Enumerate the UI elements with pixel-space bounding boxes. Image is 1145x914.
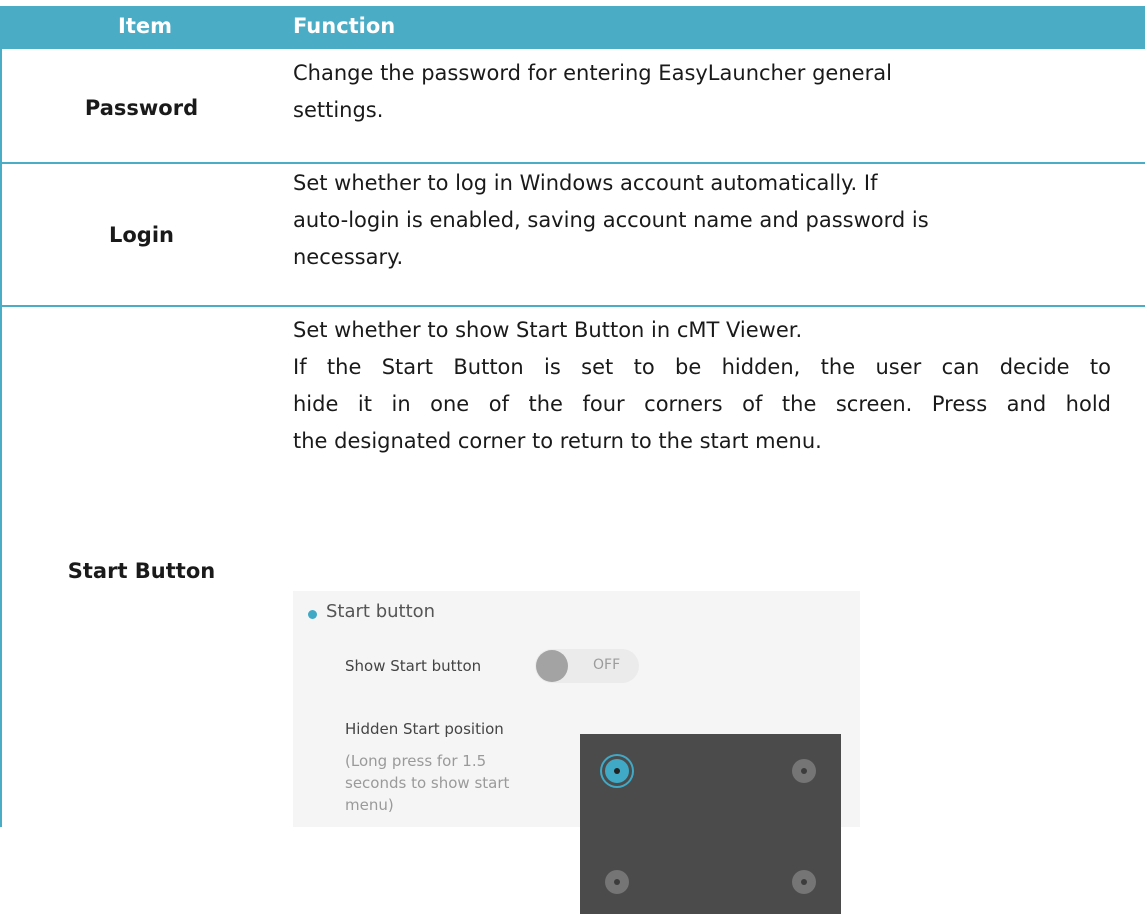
- desc-line: Set whether to show Start Button in cMT …: [293, 318, 803, 342]
- corner-top-right-radio[interactable]: [792, 759, 816, 783]
- desc-password: Change the password for entering EasyLau…: [293, 55, 1111, 129]
- item-login: Login: [109, 223, 174, 247]
- desc-line: If the Start Button is set to be hidden,…: [293, 355, 1111, 379]
- toggle-state: OFF: [593, 657, 621, 673]
- radio-dot-icon: [614, 768, 620, 774]
- desc-login: Set whether to log in Windows account au…: [293, 165, 1111, 276]
- desc-line: necessary.: [293, 245, 404, 269]
- desc-line: Change the password for entering EasyLau…: [293, 61, 892, 85]
- radio-dot-icon: [614, 879, 620, 885]
- row-divider: [0, 162, 1145, 164]
- section-title: Start button: [326, 601, 436, 622]
- hidden-position-label: Hidden Start position: [345, 720, 504, 738]
- toggle-knob: [536, 650, 568, 682]
- corner-bottom-right-radio[interactable]: [792, 870, 816, 894]
- desc-start-button: Set whether to show Start Button in cMT …: [293, 312, 1111, 460]
- header-item: Item: [118, 14, 172, 38]
- desc-line: hide it in one of the four corners of th…: [293, 392, 1111, 416]
- long-press-note: (Long press for 1.5 seconds to show star…: [345, 752, 510, 814]
- header-function: Function: [293, 14, 396, 38]
- desc-line: the designated corner to return to the s…: [293, 429, 822, 453]
- corner-bottom-left-radio[interactable]: [605, 870, 629, 894]
- desc-line: auto-login is enabled, saving account na…: [293, 208, 929, 232]
- table-header: Item Function: [0, 6, 1145, 49]
- radio-dot-icon: [801, 879, 807, 885]
- row-divider: [0, 305, 1145, 307]
- radio-dot-icon: [801, 768, 807, 774]
- show-start-toggle[interactable]: OFF: [535, 649, 639, 683]
- bullet-icon: [308, 610, 317, 619]
- desc-line: Set whether to log in Windows account au…: [293, 171, 878, 195]
- corner-picker: [580, 734, 841, 914]
- desc-line: settings.: [293, 98, 384, 122]
- item-start-button: Start Button: [67, 559, 216, 583]
- table-left-border: [0, 49, 2, 827]
- item-password: Password: [84, 96, 199, 120]
- start-button-settings-screenshot: Start button Show Start button OFF Hidde…: [293, 591, 860, 914]
- show-start-label: Show Start button: [345, 657, 482, 675]
- corner-top-left-radio[interactable]: [605, 759, 629, 783]
